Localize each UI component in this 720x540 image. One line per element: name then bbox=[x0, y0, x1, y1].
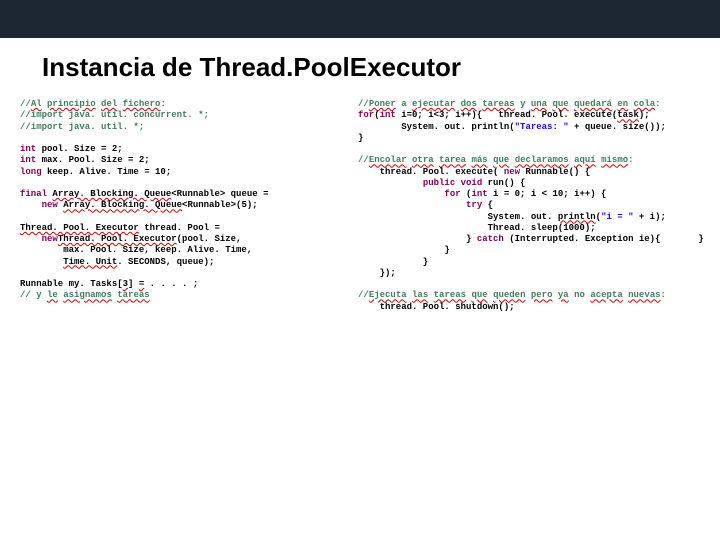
top-accent-bar bbox=[0, 0, 720, 38]
code-right: //Poner a ejecutar dos tareas y una que … bbox=[358, 99, 708, 313]
left-column: //Al principio del fichero: //import jav… bbox=[20, 99, 340, 313]
content-columns: //Al principio del fichero: //import jav… bbox=[0, 99, 720, 313]
slide-title: Instancia de Thread.PoolExecutor bbox=[42, 52, 720, 83]
code-left: //Al principio del fichero: //import jav… bbox=[20, 99, 340, 302]
right-column: //Poner a ejecutar dos tareas y una que … bbox=[358, 99, 708, 313]
